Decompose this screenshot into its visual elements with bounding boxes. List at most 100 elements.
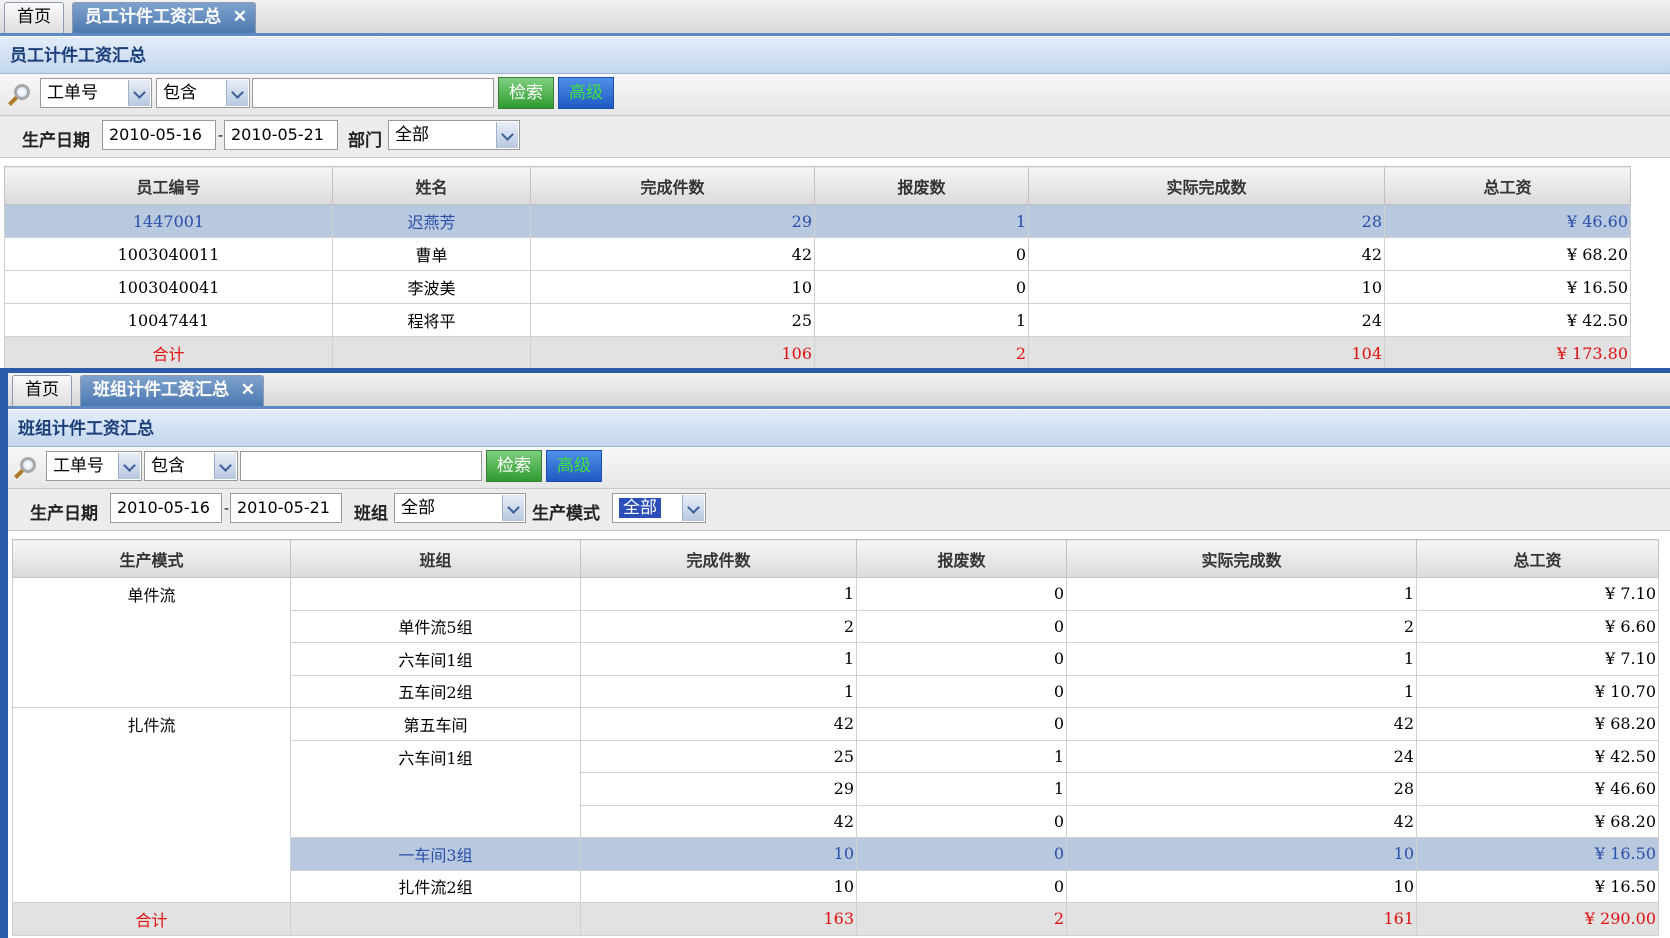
close-icon[interactable]: ✕ [241,376,255,405]
total-done-cell: 106 [530,336,815,368]
name-cell: 曹单 [332,237,531,271]
actual-cell: 24 [1066,739,1417,773]
search-input[interactable] [240,451,482,481]
total-pay-cell: ¥ 290.00 [1416,902,1659,936]
column-header[interactable]: 实际完成数 [1028,166,1385,205]
column-header[interactable]: 总工资 [1416,539,1659,578]
done-cell: 2 [580,609,857,643]
total-name-cell [332,336,531,368]
scrap-cell: 0 [856,804,1067,838]
search-field-select[interactable]: 工单号 [40,78,152,108]
scrap-cell: 1 [814,303,1029,337]
done-cell: 29 [580,772,857,806]
mode-group-cell: 扎件流 [12,707,291,903]
column-header[interactable]: 员工编号 [4,166,333,205]
search-button[interactable]: 检索 [486,450,542,482]
dept-select[interactable]: 全部 [388,120,520,150]
team-wage-table: 生产模式 班组 完成件数 报废数 实际完成数 总工资 单件流 1 0 1 ¥ 7… [12,539,1659,936]
pay-cell: ¥ 46.60 [1416,772,1659,806]
search-operator-select[interactable]: 包含 [144,451,238,481]
total-pay-cell: ¥ 173.80 [1384,336,1631,368]
date-label: 生产日期 [22,131,90,151]
search-operator-value: 包含 [151,456,185,476]
done-cell: 42 [580,707,857,741]
filter-bar: 生产日期 2010-05-16 - 2010-05-21 部门 全部 [0,116,1670,158]
team-piecework-panel: 首页 班组计件工资汇总 ✕ 班组计件工资汇总 工单号 包含 检索 高级 生产日期… [0,373,1670,938]
team-value: 全部 [401,498,435,518]
table-row[interactable]: 扎件流 第五车间 42 0 42 ¥ 68.20 [12,707,1659,903]
employee-id-cell: 1003040011 [4,237,333,271]
table-row[interactable]: 单件流 1 0 1 ¥ 7.10 [12,577,1659,708]
team-cell: 一车间3组 [290,837,581,871]
date-separator: - [218,128,224,144]
done-cell: 1 [580,577,857,611]
table-row[interactable]: 1003040041 李波美 10 0 10 ¥ 16.50 [4,270,1631,304]
pay-cell: ¥ 16.50 [1384,270,1631,304]
table-row[interactable]: 1447001 迟燕芳 29 1 28 ¥ 46.60 [4,204,1631,238]
column-header[interactable]: 完成件数 [530,166,815,205]
date-to-input[interactable]: 2010-05-21 [230,493,342,523]
panel-title: 班组计件工资汇总 [8,409,1670,447]
date-label: 生产日期 [30,504,98,524]
actual-cell: 24 [1028,303,1385,337]
pay-cell: ¥ 68.20 [1384,237,1631,271]
actual-cell: 2 [1066,609,1417,643]
scrap-cell: 0 [814,237,1029,271]
column-header[interactable]: 报废数 [856,539,1067,578]
column-header[interactable]: 生产模式 [12,539,291,578]
dept-value: 全部 [395,125,429,145]
done-cell: 42 [580,804,857,838]
column-header[interactable]: 实际完成数 [1066,539,1417,578]
tab-home[interactable]: 首页 [4,2,64,33]
pay-cell: ¥ 6.60 [1416,609,1659,643]
scrap-cell: 1 [856,772,1067,806]
chevron-down-icon [214,453,236,479]
tab-employee-piecework[interactable]: 员工计件工资汇总 ✕ [72,2,256,33]
team-select[interactable]: 全部 [394,493,526,523]
actual-cell: 28 [1066,772,1417,806]
search-operator-select[interactable]: 包含 [156,78,250,108]
close-icon[interactable]: ✕ [233,3,247,32]
column-header[interactable]: 姓名 [332,166,531,205]
scrap-cell: 1 [856,739,1067,773]
actual-cell: 10 [1066,837,1417,871]
search-icon [8,82,34,108]
pay-cell: ¥ 42.50 [1416,739,1659,773]
advanced-button[interactable]: 高级 [558,77,614,109]
search-bar: 工单号 包含 检索 高级 [8,447,1670,489]
name-cell: 程将平 [332,303,531,337]
date-from-input[interactable]: 2010-05-16 [102,120,216,150]
advanced-button[interactable]: 高级 [546,450,602,482]
team-cell: 六车间1组 [290,642,581,676]
search-input[interactable] [252,78,494,108]
mode-select[interactable]: 全部 [612,493,706,523]
tab-team-piecework[interactable]: 班组计件工资汇总 ✕ [80,375,264,406]
employee-id-cell: 1003040041 [4,270,333,304]
column-header[interactable]: 完成件数 [580,539,857,578]
chevron-down-icon [502,495,524,521]
date-to-input[interactable]: 2010-05-21 [224,120,338,150]
search-button[interactable]: 检索 [498,77,554,109]
total-label: 合计 [12,902,291,936]
total-team-cell [290,902,581,936]
column-header[interactable]: 报废数 [814,166,1029,205]
mode-value: 全部 [619,498,661,518]
date-from-input[interactable]: 2010-05-16 [110,493,222,523]
scrap-cell: 0 [856,642,1067,676]
employee-id-cell: 1447001 [4,204,333,238]
search-field-value: 工单号 [47,83,98,103]
table-row[interactable]: 10047441 程将平 25 1 24 ¥ 42.50 [4,303,1631,337]
column-header[interactable]: 班组 [290,539,581,578]
pay-cell: ¥ 7.10 [1416,642,1659,676]
team-cell: 第五车间 [290,707,581,741]
mode-label: 生产模式 [532,504,600,524]
employee-wage-table: 员工编号 姓名 完成件数 报废数 实际完成数 总工资 1447001 迟燕芳 2… [4,166,1631,368]
table-row[interactable]: 1003040011 曹单 42 0 42 ¥ 68.20 [4,237,1631,271]
search-field-select[interactable]: 工单号 [46,451,142,481]
pay-cell: ¥ 16.50 [1416,869,1659,903]
tab-bar: 首页 班组计件工资汇总 ✕ [8,373,1670,409]
column-header[interactable]: 总工资 [1384,166,1631,205]
actual-cell: 1 [1066,674,1417,708]
tab-home[interactable]: 首页 [12,375,72,406]
team-cell: 五车间2组 [290,674,581,708]
